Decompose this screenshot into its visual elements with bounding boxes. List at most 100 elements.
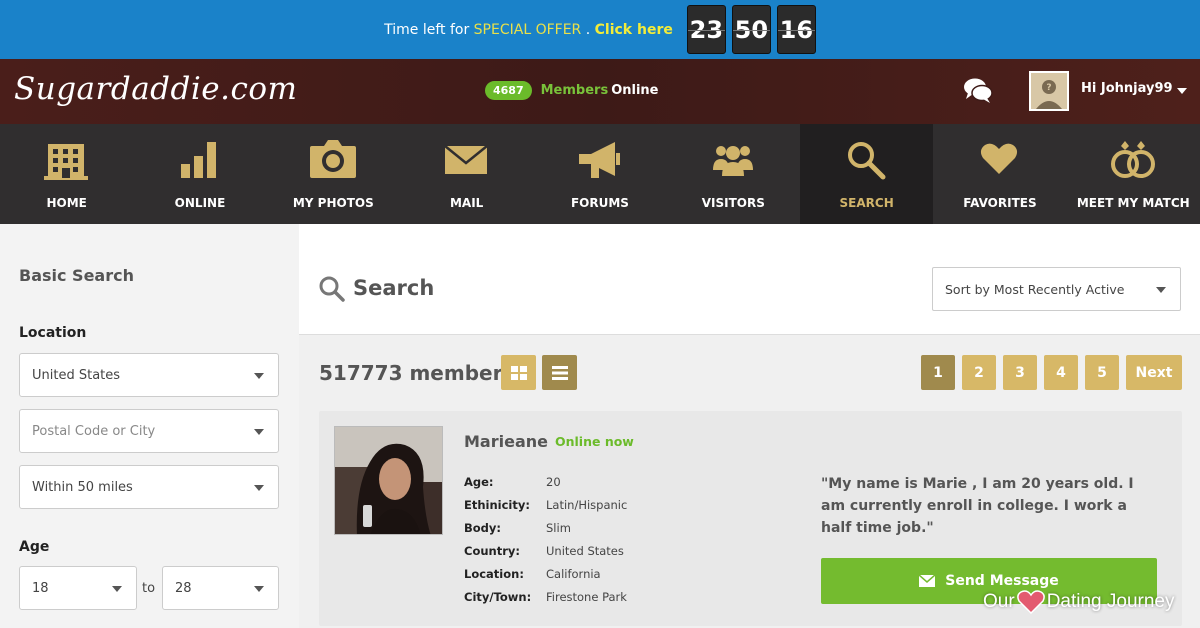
basic-search-title: Basic Search [19,266,134,285]
attr-value: United States [546,544,624,558]
chevron-down-icon [1156,287,1166,293]
nav-label: FAVORITES [963,196,1037,210]
promo-bar: Time left for SPECIAL OFFER . Click here… [0,0,1200,59]
envelope-icon [444,145,488,174]
attr-value: 20 [546,475,561,489]
user-menu-caret-icon[interactable] [1177,88,1187,94]
profile-photo[interactable] [334,426,443,535]
site-logo[interactable]: Sugardaddie.com [14,71,297,107]
attr-key: Age: [464,475,494,489]
nav-label: SEARCH [839,196,894,210]
distance-value: Within 50 miles [32,479,133,495]
user-avatar[interactable]: ? [1029,71,1069,111]
camera-icon [309,140,356,178]
country-select[interactable]: United States [19,353,279,397]
age-from-value: 18 [32,580,49,596]
chevron-down-icon [254,429,264,435]
nav-label: ONLINE [174,196,226,210]
site-header: Sugardaddie.com 4687 Members Online ? Hi… [0,59,1200,124]
nav-favorites[interactable]: FAVORITES [933,124,1066,224]
nav-label: MY PHOTOS [292,196,374,210]
online-label: Online [611,83,659,98]
age-to-select[interactable]: 28 [162,566,279,610]
chat-bubbles-icon[interactable] [962,76,994,106]
megaphone-icon [579,142,621,178]
nav-label: VISITORS [701,196,765,210]
search-header: Search Sort by Most Recently Active [299,224,1200,335]
members-online[interactable]: 4687 Members Online [485,81,659,100]
watermark: Our Dating Journey [983,590,1174,614]
nav-search[interactable]: SEARCH [799,124,934,224]
attr-key: Country: [464,544,520,558]
heart-icon [981,143,1018,174]
countdown-hours: 23 [686,5,726,54]
heart-icon [1016,590,1045,614]
age-to-value: 28 [175,580,192,596]
nav-my-photos[interactable]: MY PHOTOS [267,124,400,224]
sort-value: Sort by Most Recently Active [945,281,1125,297]
countdown-minutes: 50 [731,5,771,54]
nav-label: HOME [46,196,87,210]
promo-dot: . [585,21,591,38]
magnifier-icon [847,142,886,180]
sort-select[interactable]: Sort by Most Recently Active [932,267,1181,311]
grid-icon [510,365,527,380]
online-members-label: Members [540,83,609,98]
promo-prefix: Time left for [384,21,470,38]
grid-view-button[interactable] [501,355,536,390]
postal-code-select[interactable]: Postal Code or City [19,409,279,453]
distance-select[interactable]: Within 50 miles [19,465,279,509]
nav-visitors[interactable]: VISITORS [667,124,800,224]
list-view-button[interactable] [542,355,577,390]
group-icon [712,146,753,176]
nav-online[interactable]: ONLINE [133,124,266,224]
search-sidebar: Basic Search Location United States Post… [0,224,299,628]
page-button-3[interactable]: 3 [1003,355,1037,390]
chevron-down-icon [254,373,264,379]
countdown-seconds: 16 [776,5,816,54]
nav-mail[interactable]: MAIL [400,124,533,224]
list-icon [551,365,568,380]
chevron-down-icon [254,586,264,592]
main-nav: HOME ONLINE MY PHOTOS MAIL FORUMS VISITO… [0,124,1200,224]
page-button-2[interactable]: 2 [962,355,996,390]
nav-meet-my-match[interactable]: MEET MY MATCH [1067,124,1200,224]
promo-text[interactable]: Time left for SPECIAL OFFER . Click here [384,22,673,38]
nav-label: MAIL [449,196,484,210]
profile-name[interactable]: Marieane [464,432,548,451]
attr-key: Body: [464,521,501,535]
nav-forums[interactable]: FORUMS [533,124,666,224]
attr-value: California [546,567,601,581]
user-greeting[interactable]: Hi Johnjay99 [1081,81,1173,96]
age-from-select[interactable]: 18 [19,566,137,610]
nav-label: FORUMS [570,196,629,210]
next-page-button[interactable]: Next [1126,355,1182,390]
postal-placeholder: Postal Code or City [32,423,156,439]
age-to-word: to [142,581,156,596]
attr-value: Firestone Park [546,590,627,604]
age-label: Age [19,539,50,555]
search-icon [319,276,345,302]
watermark-part1: Our [983,591,1015,612]
profile-quote: "My name is Marie , I am 20 years old. I… [821,476,1134,536]
page-button-4[interactable]: 4 [1044,355,1078,390]
online-status: Online now [555,434,634,449]
online-count-badge: 4687 [485,81,532,100]
page-button-5[interactable]: 5 [1085,355,1119,390]
attr-key: City/Town: [464,590,532,604]
country-value: United States [32,367,121,383]
attr-key: Location: [464,567,524,581]
attr-key: Ethinicity: [464,498,530,512]
location-label: Location [19,325,87,341]
promo-click-link[interactable]: Click here [595,22,673,38]
nav-home[interactable]: HOME [0,124,133,224]
page-button-1[interactable]: 1 [921,355,955,390]
profile-photo-image [335,427,442,534]
promo-offer: SPECIAL OFFER [473,21,582,38]
bar-chart-icon [181,142,217,178]
attr-value: Slim [546,521,571,535]
chevron-down-icon [112,586,122,592]
search-results: Search Sort by Most Recently Active 5177… [299,224,1200,628]
svg-text:?: ? [1046,83,1051,93]
building-icon [44,144,88,180]
